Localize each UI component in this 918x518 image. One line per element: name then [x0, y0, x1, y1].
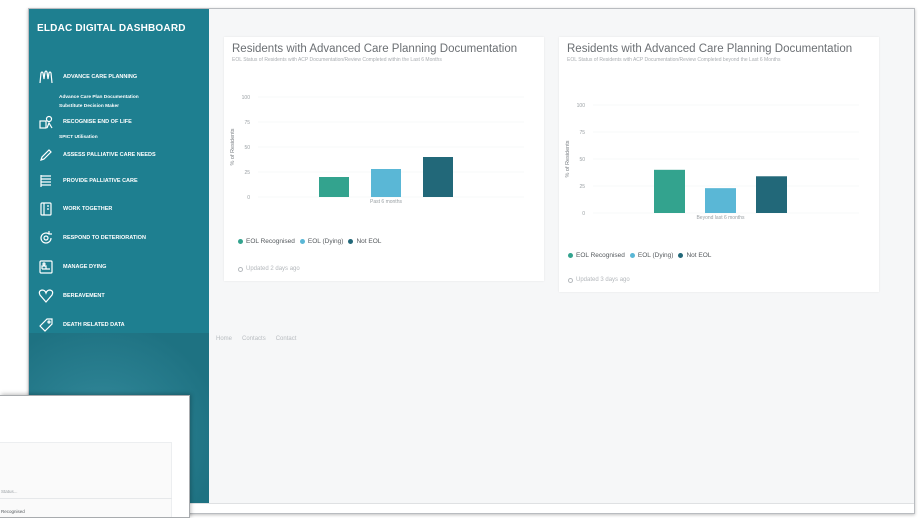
- y-tick-label: 75: [244, 120, 250, 126]
- legend-dot: [238, 239, 243, 244]
- sidebar-item-provide-palliative-care[interactable]: PROVIDE PALLIATIVE CARE: [29, 167, 209, 195]
- sidebar-item-label: BEREAVEMENT: [63, 292, 105, 299]
- bar-eol-dying: [371, 169, 401, 197]
- acp-beyond-6-months-chart: 100 75 50 25 0 % of Residents Beyond last 6 mo…: [565, 103, 859, 221]
- y-tick-label: 25: [244, 170, 250, 176]
- sidebar-item-recognise-end-of-life[interactable]: RECOGNISE END OF LIFE: [29, 111, 209, 133]
- sidebar-item-bereavement[interactable]: BEREAVEMENT: [29, 281, 209, 310]
- chart-legend: EOL Recognised EOL (Dying) Not EOL: [238, 238, 386, 245]
- acp-beyond-6-months-card: Residents with Advanced Care Planning Do…: [559, 37, 879, 292]
- hands-icon: [37, 69, 54, 86]
- y-axis-label: % of Residents: [230, 128, 236, 165]
- updated-timestamp: Updated 2 days ago: [238, 266, 300, 272]
- sidebar-item-label: WORK TOGETHER: [63, 206, 113, 212]
- legend-label: EOL Recognised: [246, 238, 295, 245]
- sidebar-item-advance-care-planning[interactable]: ADVANCE CARE PLANNING: [29, 61, 209, 93]
- legend-dot: [629, 253, 635, 258]
- footer-links: Home Contacts Contact: [216, 336, 306, 342]
- sidebar-nav: ADVANCE CARE PLANNING Advance Care Plan …: [29, 61, 209, 339]
- legend-entry[interactable]: EOL (Dying): [629, 252, 674, 259]
- bar-not-eol: [423, 157, 453, 197]
- bed-icon: [37, 258, 54, 275]
- card-title: Residents with Advanced Care Planning Do…: [232, 43, 518, 55]
- y-tick-label: 0: [582, 211, 585, 217]
- legend-label: EOL (Dying): [637, 252, 674, 259]
- sidebar-item-label: RESPOND TO DETERIORATION: [63, 234, 146, 241]
- legend-entry[interactable]: Not EOL: [348, 238, 381, 245]
- y-tick-label: 75: [579, 130, 585, 136]
- sidebar-item-label: ADVANCE CARE PLANNING: [63, 74, 138, 80]
- y-tick-label: 100: [577, 103, 586, 109]
- sidebar-item-label: DEATH RELATED DATA: [63, 321, 125, 328]
- footer-link-home[interactable]: Home: [216, 336, 232, 342]
- sidebar-subitem-acp-documentation[interactable]: Advance Care Plan Documentation: [29, 93, 209, 102]
- sidebar-item-assess-palliative-care-needs[interactable]: ASSESS PALLIATIVE CARE NEEDS: [29, 143, 209, 167]
- book-icon: [37, 201, 54, 218]
- overlapping-window: Status... Recognised: [0, 395, 190, 518]
- overlapping-window-panel: [0, 442, 172, 517]
- legend-dot: [299, 239, 305, 244]
- heart-icon: [37, 287, 54, 304]
- legend-label: EOL (Dying): [307, 238, 344, 245]
- acp-within-6-months-card: Residents with Advanced Care Planning Do…: [224, 37, 544, 281]
- bar-eol-recognised: [654, 169, 685, 213]
- bar-eol-dying: [705, 188, 736, 213]
- x-category-label: Past 6 months: [370, 199, 402, 205]
- y-tick-label: 50: [579, 157, 585, 163]
- divider: [0, 498, 172, 499]
- y-tick-label: 25: [579, 184, 585, 190]
- bar-not-eol: [756, 176, 787, 213]
- acp-within-6-months-chart: 100 75 50 25 0 % of Residents Past 6 months: [230, 95, 524, 205]
- legend-entry[interactable]: EOL Recognised: [568, 252, 625, 259]
- app-title: ELDAC DIGITAL DASHBOARD: [37, 23, 186, 34]
- legend-entry[interactable]: Not EOL: [678, 252, 711, 259]
- y-tick-label: 50: [244, 145, 250, 151]
- sidebar-item-label: MANAGE DYING: [63, 263, 107, 270]
- clock-icon: [568, 277, 573, 283]
- sidebar-item-respond-to-deterioration[interactable]: RESPOND TO DETERIORATION: [29, 223, 209, 252]
- overlapping-window-text: Recognised: [1, 509, 25, 514]
- sidebar-item-work-together[interactable]: WORK TOGETHER: [29, 195, 209, 223]
- y-axis-label: % of Residents: [565, 140, 571, 177]
- legend-dot: [348, 239, 354, 244]
- legend-dot: [678, 253, 684, 258]
- y-tick-label: 100: [242, 95, 251, 101]
- sidebar-item-label: RECOGNISE END OF LIFE: [63, 119, 132, 125]
- footer-link-contacts[interactable]: Contacts: [242, 336, 266, 342]
- list-icon: [37, 173, 54, 190]
- clock-icon: [238, 266, 243, 272]
- refresh-icon: [37, 229, 54, 246]
- y-tick-label: 0: [247, 195, 250, 201]
- overlapping-window-text: Status...: [1, 489, 18, 494]
- sidebar-subitem-substitute-decision-maker[interactable]: Substitute Decision Maker: [29, 102, 209, 111]
- sidebar-item-label: PROVIDE PALLIATIVE CARE: [63, 178, 138, 184]
- legend-label: Not EOL: [356, 238, 382, 245]
- updated-timestamp: Updated 3 days ago: [568, 277, 630, 283]
- legend-entry[interactable]: EOL Recognised: [238, 238, 295, 245]
- legend-dot: [568, 253, 573, 258]
- footer-link-contact[interactable]: Contact: [276, 336, 297, 342]
- legend-entry[interactable]: EOL (Dying): [299, 238, 344, 245]
- sidebar-subitem-spict-utilisation[interactable]: SPICT Utilisation: [29, 133, 209, 143]
- pen-icon: [37, 147, 54, 164]
- sidebar-item-label: ASSESS PALLIATIVE CARE NEEDS: [63, 152, 156, 158]
- updated-text: Updated 2 days ago: [246, 266, 300, 272]
- bar-eol-recognised: [319, 177, 349, 197]
- sidebar-item-manage-dying[interactable]: MANAGE DYING: [29, 252, 209, 281]
- updated-text: Updated 3 days ago: [576, 277, 630, 283]
- recognise-icon: [37, 114, 54, 131]
- card-subtitle: EOL Status of Residents with ACP Documen…: [232, 57, 442, 63]
- sidebar-item-death-related-data[interactable]: DEATH RELATED DATA: [29, 310, 209, 339]
- tag-icon: [37, 316, 54, 333]
- card-title: Residents with Advanced Care Planning Do…: [567, 43, 853, 55]
- card-subtitle: EOL Status of Residents with ACP Documen…: [567, 57, 781, 63]
- x-category-label: Beyond last 6 months: [696, 215, 745, 221]
- legend-label: EOL Recognised: [576, 252, 625, 259]
- legend-label: Not EOL: [686, 252, 712, 259]
- main-content: Residents with Advanced Care Planning Do…: [209, 9, 914, 503]
- chart-legend: EOL Recognised EOL (Dying) Not EOL: [568, 252, 716, 259]
